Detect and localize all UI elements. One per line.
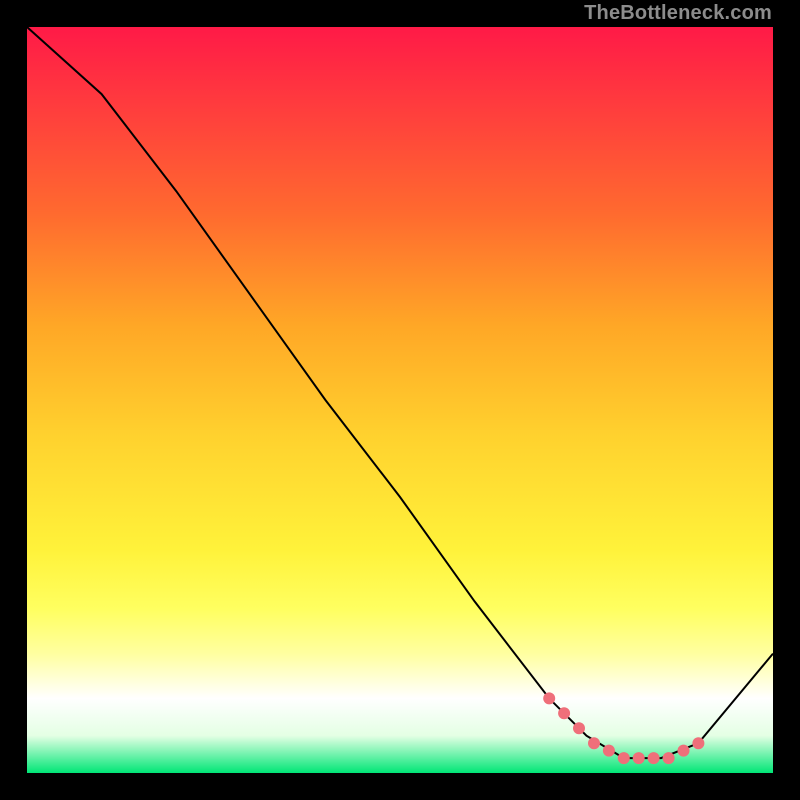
marker-dot [603, 745, 615, 757]
marker-dot [588, 737, 600, 749]
curve-svg [27, 27, 773, 773]
marker-dot [558, 707, 570, 719]
marker-dot [663, 752, 675, 764]
marker-dot [648, 752, 660, 764]
watermark-text: TheBottleneck.com [584, 2, 772, 25]
marker-dot [678, 745, 690, 757]
marker-dot [543, 692, 555, 704]
marker-dot [633, 752, 645, 764]
bottleneck-curve [27, 27, 773, 758]
plot-area [27, 27, 773, 773]
marker-group [543, 692, 704, 764]
marker-dot [573, 722, 585, 734]
marker-dot [692, 737, 704, 749]
marker-dot [618, 752, 630, 764]
chart-stage: TheBottleneck.com [0, 0, 800, 800]
